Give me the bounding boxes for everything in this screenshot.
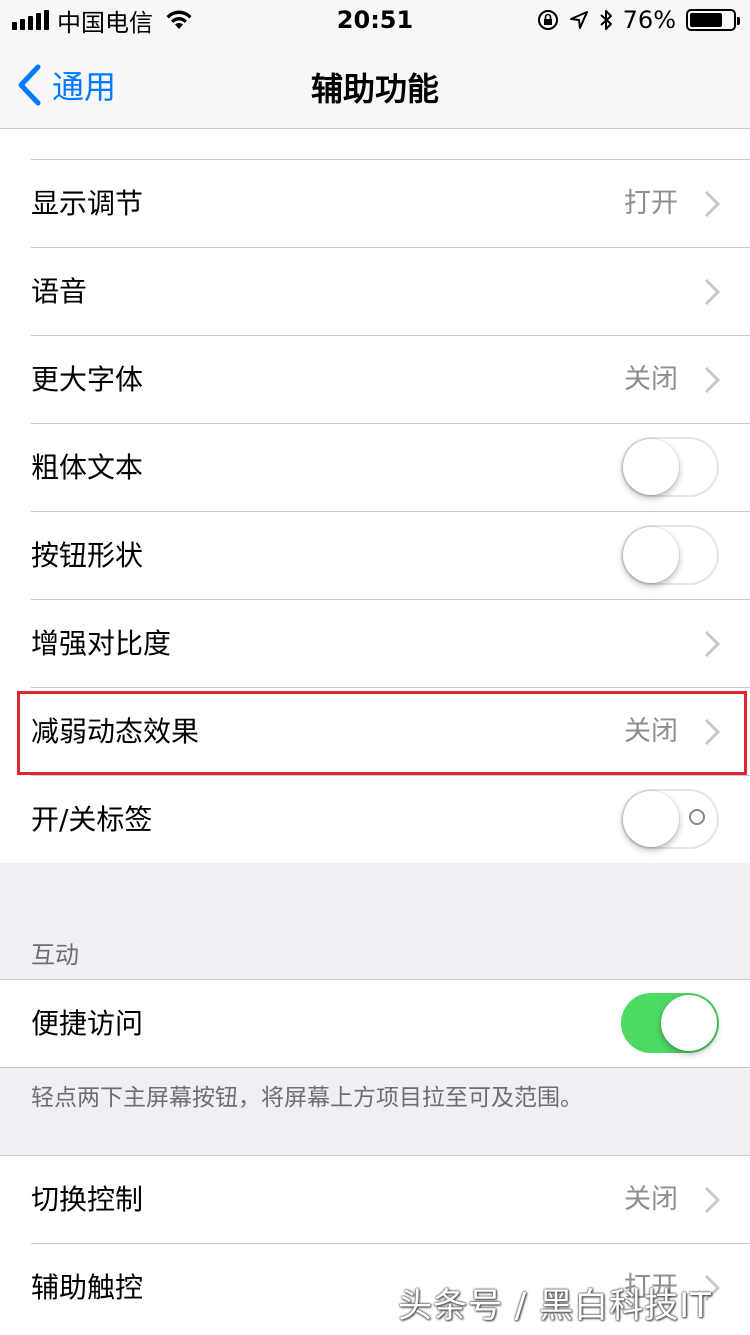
battery-icon [686, 9, 740, 31]
row-button-shapes: 按钮形状 [0, 512, 750, 600]
row-value: 打开 [624, 188, 678, 219]
row-label: 更大字体 [31, 363, 144, 396]
reachability-footer: 轻点两下主屏幕按钮，将屏幕上方项目拉至可及范围。 [31, 1085, 583, 1111]
chevron-right-icon [704, 190, 720, 218]
row-label: 便捷访问 [31, 1007, 144, 1040]
row-label: 粗体文本 [31, 451, 144, 484]
status-bar: 中国电信 20:51 76% [0, 0, 750, 40]
bold-text-toggle[interactable] [621, 437, 719, 497]
row-speech[interactable]: 语音 [0, 248, 750, 336]
row-switch-control[interactable]: 切换控制 关闭 [0, 1156, 750, 1244]
orientation-lock-icon [537, 10, 558, 30]
row-value: 关闭 [624, 1184, 678, 1215]
battery-percent: 76% [622, 6, 676, 34]
button-shapes-toggle[interactable] [621, 525, 719, 585]
chevron-right-icon [704, 630, 720, 658]
watermark: 头条号 / 黑白科技IT [398, 1286, 712, 1326]
on-off-labels-toggle[interactable] [621, 789, 719, 849]
location-arrow-icon [569, 11, 588, 29]
row-label: 开/关标签 [31, 803, 153, 836]
highlight-box [17, 691, 747, 775]
row-larger-text[interactable]: 更大字体 关闭 [0, 336, 750, 424]
row-label: 显示调节 [31, 187, 144, 220]
row-display-accommodations[interactable]: 显示调节 打开 [0, 160, 750, 248]
section-header-interaction: 互动 [31, 941, 79, 969]
chevron-right-icon [704, 366, 720, 394]
row-reachability: 便捷访问 [0, 980, 750, 1067]
row-label: 切换控制 [31, 1183, 144, 1216]
off-label-icon [689, 809, 705, 825]
row-label: 辅助触控 [31, 1271, 144, 1304]
chevron-right-icon [704, 278, 720, 306]
row-increase-contrast[interactable]: 增强对比度 [0, 600, 750, 688]
settings-group-interaction: 便捷访问 [0, 979, 750, 1068]
row-on-off-labels: 开/关标签 [0, 776, 750, 864]
row-label: 语音 [31, 275, 88, 308]
row-label: 按钮形状 [31, 539, 144, 572]
chevron-right-icon [704, 1186, 720, 1214]
bluetooth-icon [599, 10, 612, 30]
row-value: 关闭 [624, 364, 678, 395]
navigation-bar: 通用 辅助功能 [0, 40, 750, 129]
page-title: 辅助功能 [310, 70, 439, 108]
reachability-toggle[interactable] [621, 993, 719, 1053]
row-label: 增强对比度 [31, 627, 172, 660]
row-bold-text: 粗体文本 [0, 424, 750, 512]
